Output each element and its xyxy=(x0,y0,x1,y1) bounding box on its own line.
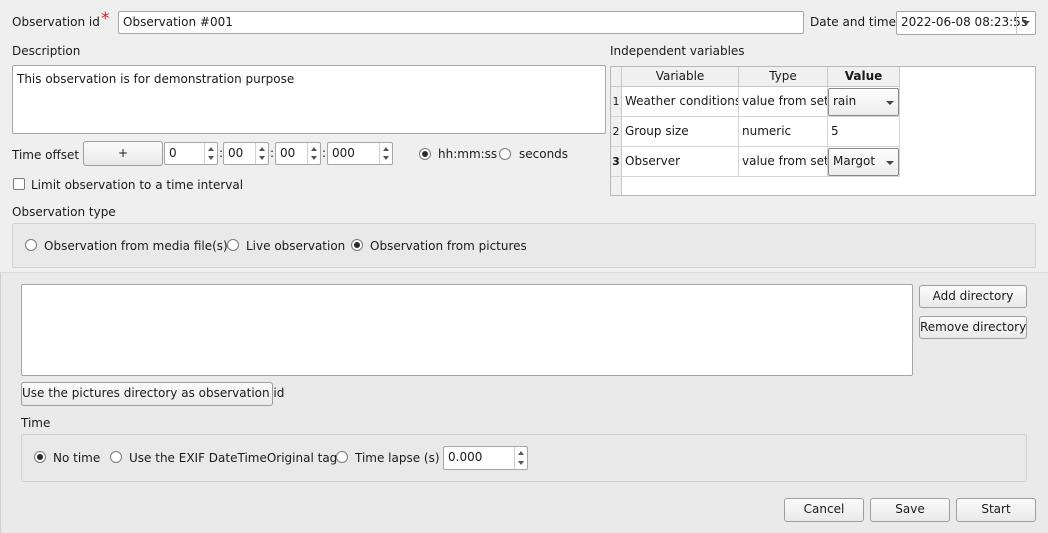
no-time-label[interactable]: No time xyxy=(53,450,100,466)
offset-days-value: 0 xyxy=(169,146,177,160)
required-mark: * xyxy=(101,9,110,29)
add-directory-button[interactable]: Add directory xyxy=(919,285,1027,308)
format-seconds-label[interactable]: seconds xyxy=(519,146,568,162)
column-header-type[interactable]: Type xyxy=(739,67,828,87)
offset-minutes-value: 00 xyxy=(280,146,296,160)
table-cell-variable[interactable]: Observer xyxy=(622,147,739,177)
directory-list[interactable] xyxy=(21,284,913,376)
offset-minutes-spinbox[interactable]: 00 xyxy=(275,142,321,165)
observation-id-input[interactable]: Observation #001 xyxy=(118,11,804,34)
table-cell-value[interactable]: rain xyxy=(828,87,900,117)
observation-type-label: Observation type xyxy=(12,205,116,219)
offset-hours-value: 00 xyxy=(228,146,244,160)
time-lapse-value: 0.000 xyxy=(448,450,483,464)
row-number: 3 xyxy=(611,147,622,177)
observation-id-label: Observation id xyxy=(12,15,100,29)
date-time-value: 2022-06-08 08:23:55 xyxy=(901,15,1029,29)
spin-arrows-icon[interactable] xyxy=(514,447,527,469)
limit-interval-label[interactable]: Limit observation to a time interval xyxy=(31,177,243,193)
table-corner xyxy=(611,67,622,87)
time-label: Time xyxy=(21,416,51,430)
format-seconds-radio[interactable] xyxy=(499,148,511,160)
time-lapse-spinbox[interactable]: 0.000 xyxy=(443,446,528,470)
format-hhmmss-radio[interactable] xyxy=(419,148,431,160)
table-cell-value[interactable]: Margot xyxy=(828,147,900,177)
start-button[interactable]: Start xyxy=(956,498,1036,522)
media-file-radio[interactable] xyxy=(25,239,37,251)
limit-interval-checkbox[interactable] xyxy=(13,178,25,190)
spin-arrows-icon[interactable] xyxy=(307,143,320,164)
pictures-label[interactable]: Observation from pictures xyxy=(370,238,527,254)
table-cell-variable[interactable]: Group size xyxy=(622,117,739,147)
spin-arrows-icon[interactable] xyxy=(255,143,268,164)
spin-arrows-icon[interactable] xyxy=(379,143,392,164)
table-cell-type[interactable]: value from set xyxy=(739,147,828,177)
live-observation-radio[interactable] xyxy=(227,239,239,251)
offset-days-spinbox[interactable]: 0 xyxy=(164,142,218,165)
time-lapse-radio[interactable] xyxy=(336,451,348,463)
independent-variables-label: Independent variables xyxy=(610,44,745,58)
combobox-value: rain xyxy=(833,94,857,108)
value-combobox[interactable]: rain xyxy=(828,88,899,116)
offset-ms-spinbox[interactable]: 000 xyxy=(327,142,393,165)
column-header-variable[interactable]: Variable xyxy=(622,67,739,87)
row-number: 2 xyxy=(611,117,622,147)
date-time-dropdown[interactable] xyxy=(1016,12,1035,34)
colon-separator: : xyxy=(270,146,275,160)
no-time-radio[interactable] xyxy=(34,451,46,463)
independent-variables-table[interactable]: Variable Type Value 1 Weather conditions… xyxy=(610,66,1036,196)
row-number: 1 xyxy=(611,87,622,117)
offset-ms-value: 000 xyxy=(332,146,355,160)
combobox-value: Margot xyxy=(833,154,876,168)
exif-radio[interactable] xyxy=(110,451,122,463)
chevron-down-icon xyxy=(886,161,894,165)
chevron-down-icon xyxy=(886,101,894,105)
colon-separator: : xyxy=(322,146,327,160)
table-cell-type[interactable]: value from set xyxy=(739,87,828,117)
offset-hours-spinbox[interactable]: 00 xyxy=(223,142,269,165)
use-pictures-directory-button[interactable]: Use the pictures directory as observatio… xyxy=(21,382,284,406)
chevron-down-icon xyxy=(1022,21,1030,25)
time-lapse-label[interactable]: Time lapse (s) xyxy=(355,450,440,466)
value-combobox[interactable]: Margot xyxy=(828,148,899,176)
spin-arrows-icon[interactable] xyxy=(204,143,217,164)
format-hhmmss-label[interactable]: hh:mm:ss xyxy=(438,146,497,162)
date-time-input[interactable]: 2022-06-08 08:23:55 xyxy=(896,11,1036,35)
remove-directory-button[interactable]: Remove directory xyxy=(919,316,1027,339)
date-time-label: Date and time xyxy=(810,15,896,29)
exif-label[interactable]: Use the EXIF DateTimeOriginal tag xyxy=(129,450,337,466)
time-offset-sign-button[interactable]: + xyxy=(83,141,163,166)
column-header-value[interactable]: Value xyxy=(828,67,900,87)
save-button[interactable]: Save xyxy=(870,498,950,522)
table-cell-type[interactable]: numeric xyxy=(739,117,828,147)
media-file-label[interactable]: Observation from media file(s) xyxy=(44,238,228,254)
live-observation-label[interactable]: Live observation xyxy=(246,238,345,254)
table-cell-value[interactable]: 5 xyxy=(828,117,900,147)
time-offset-label: Time offset xyxy=(12,148,80,162)
cancel-button[interactable]: Cancel xyxy=(784,498,864,522)
table-cell-variable[interactable]: Weather conditions xyxy=(622,87,739,117)
pictures-radio[interactable] xyxy=(351,239,363,251)
description-label: Description xyxy=(12,44,81,58)
description-textarea[interactable]: This observation is for demonstration pu… xyxy=(12,65,606,134)
row-number-filler xyxy=(611,177,622,195)
